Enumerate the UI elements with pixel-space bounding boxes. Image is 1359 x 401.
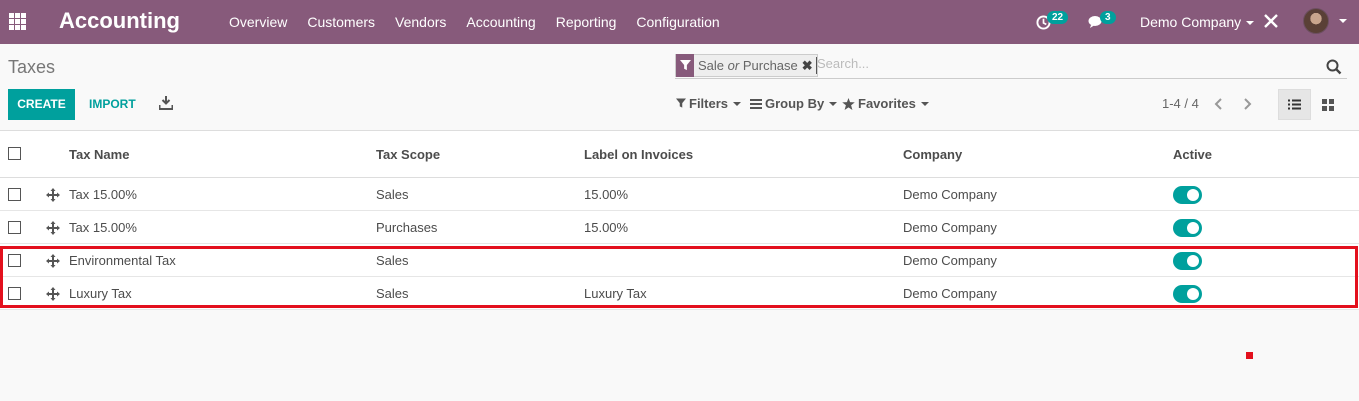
menu-accounting[interactable]: Accounting bbox=[456, 0, 545, 44]
user-menu-caret-icon[interactable] bbox=[1339, 19, 1347, 23]
tax-scope-cell: Sales bbox=[376, 187, 409, 202]
drag-handle-icon[interactable] bbox=[46, 221, 60, 235]
main-menu: Overview Customers Vendors Accounting Re… bbox=[219, 0, 730, 44]
tax-name-cell: Tax 15.00% bbox=[69, 220, 137, 235]
drag-handle-icon[interactable] bbox=[46, 254, 60, 268]
create-button[interactable]: CREATE bbox=[8, 89, 75, 120]
search-facet: Sale or Purchase ✖ bbox=[675, 54, 818, 77]
filters-button[interactable]: Filters bbox=[676, 96, 742, 111]
chevron-down-icon bbox=[829, 101, 838, 106]
group-by-label: Group By bbox=[765, 96, 825, 111]
table-row[interactable]: Tax 15.00% Purchases 15.00% Demo Company bbox=[0, 211, 1359, 244]
tax-scope-cell: Sales bbox=[376, 253, 409, 268]
star-icon bbox=[842, 97, 855, 110]
list-bars-icon bbox=[750, 98, 762, 109]
column-company[interactable]: Company bbox=[903, 131, 962, 178]
invoice-label-cell: Luxury Tax bbox=[584, 286, 647, 301]
top-navbar: Accounting Overview Customers Vendors Ac… bbox=[0, 0, 1359, 44]
favorites-button[interactable]: Favorites bbox=[842, 96, 929, 111]
debug-tools-icon[interactable] bbox=[1262, 12, 1280, 30]
search-bar: Sale or Purchase ✖ bbox=[675, 54, 1347, 79]
facet-value-purchase: Purchase bbox=[742, 58, 798, 73]
menu-vendors[interactable]: Vendors bbox=[385, 0, 456, 44]
taxes-list: Tax Name Tax Scope Label on Invoices Com… bbox=[0, 130, 1359, 310]
menu-reporting[interactable]: Reporting bbox=[546, 0, 627, 44]
company-name: Demo Company bbox=[1140, 14, 1242, 30]
company-cell: Demo Company bbox=[903, 286, 997, 301]
tax-name-cell: Environmental Tax bbox=[69, 253, 176, 268]
company-cell: Demo Company bbox=[903, 253, 997, 268]
table-row[interactable]: Luxury Tax Sales Luxury Tax Demo Company bbox=[0, 277, 1359, 310]
row-checkbox[interactable] bbox=[8, 188, 21, 201]
column-tax-name[interactable]: Tax Name bbox=[69, 131, 129, 178]
menu-configuration[interactable]: Configuration bbox=[626, 0, 729, 44]
menu-overview[interactable]: Overview bbox=[219, 0, 297, 44]
annotation-marker bbox=[1246, 352, 1253, 359]
breadcrumb: Taxes bbox=[8, 57, 56, 77]
active-toggle[interactable] bbox=[1173, 219, 1202, 237]
drag-handle-icon[interactable] bbox=[46, 287, 60, 301]
row-checkbox[interactable] bbox=[8, 254, 21, 267]
search-icon[interactable] bbox=[1326, 59, 1342, 75]
invoice-label-cell: 15.00% bbox=[584, 187, 629, 202]
filters-label: Filters bbox=[689, 96, 729, 111]
table-row[interactable]: Environmental Tax Sales Demo Company bbox=[0, 244, 1359, 277]
favorites-label: Favorites bbox=[858, 96, 916, 111]
filter-icon bbox=[676, 98, 686, 108]
tax-name-cell: Luxury Tax bbox=[69, 286, 132, 301]
column-active[interactable]: Active bbox=[1173, 131, 1212, 178]
invoice-label-cell: 15.00% bbox=[584, 220, 629, 235]
download-icon[interactable] bbox=[159, 96, 173, 110]
company-cell: Demo Company bbox=[903, 220, 997, 235]
table-header: Tax Name Tax Scope Label on Invoices Com… bbox=[0, 131, 1359, 178]
select-all-checkbox[interactable] bbox=[8, 147, 21, 160]
search-input[interactable] bbox=[817, 56, 1317, 71]
facet-value-sale: Sale bbox=[698, 58, 725, 73]
activity-badge: 22 bbox=[1047, 10, 1069, 24]
avatar[interactable] bbox=[1303, 8, 1329, 34]
chevron-down-icon bbox=[733, 101, 742, 106]
kanban-view-icon bbox=[1321, 98, 1334, 111]
message-badge: 3 bbox=[1100, 10, 1116, 24]
column-label-on-invoices[interactable]: Label on Invoices bbox=[584, 131, 693, 178]
menu-customers[interactable]: Customers bbox=[297, 0, 385, 44]
activity-menu[interactable]: 22 bbox=[1036, 0, 1069, 44]
facet-remove-icon[interactable]: ✖ bbox=[802, 58, 817, 74]
app-title[interactable]: Accounting bbox=[59, 8, 180, 34]
list-view-button[interactable] bbox=[1278, 89, 1311, 120]
kanban-view-button[interactable] bbox=[1311, 89, 1344, 120]
tax-scope-cell: Purchases bbox=[376, 220, 438, 235]
chevron-left-icon[interactable] bbox=[1213, 96, 1225, 112]
pager-value[interactable]: 1-4 / 4 bbox=[1162, 96, 1199, 111]
drag-handle-icon[interactable] bbox=[46, 188, 60, 202]
list-view-icon bbox=[1288, 99, 1301, 110]
active-toggle[interactable] bbox=[1173, 285, 1202, 303]
facet-or: or bbox=[727, 58, 740, 73]
import-button[interactable]: IMPORT bbox=[89, 97, 136, 111]
active-toggle[interactable] bbox=[1173, 252, 1202, 270]
chevron-down-icon bbox=[920, 101, 929, 106]
group-by-button[interactable]: Group By bbox=[750, 96, 838, 111]
chevron-right-icon[interactable] bbox=[1241, 96, 1253, 112]
apps-menu-icon[interactable] bbox=[9, 13, 26, 30]
tax-scope-cell: Sales bbox=[376, 286, 409, 301]
filter-icon bbox=[676, 54, 694, 77]
active-toggle[interactable] bbox=[1173, 186, 1202, 204]
company-switcher[interactable]: Demo Company bbox=[1140, 0, 1255, 44]
table-row[interactable]: Tax 15.00% Sales 15.00% Demo Company bbox=[0, 178, 1359, 211]
messaging-menu[interactable]: 3 bbox=[1088, 0, 1116, 44]
tax-name-cell: Tax 15.00% bbox=[69, 187, 137, 202]
row-checkbox[interactable] bbox=[8, 287, 21, 300]
facet-label: Sale or Purchase bbox=[694, 58, 802, 73]
column-tax-scope[interactable]: Tax Scope bbox=[376, 131, 440, 178]
row-checkbox[interactable] bbox=[8, 221, 21, 234]
chevron-down-icon bbox=[1246, 21, 1255, 26]
company-cell: Demo Company bbox=[903, 187, 997, 202]
